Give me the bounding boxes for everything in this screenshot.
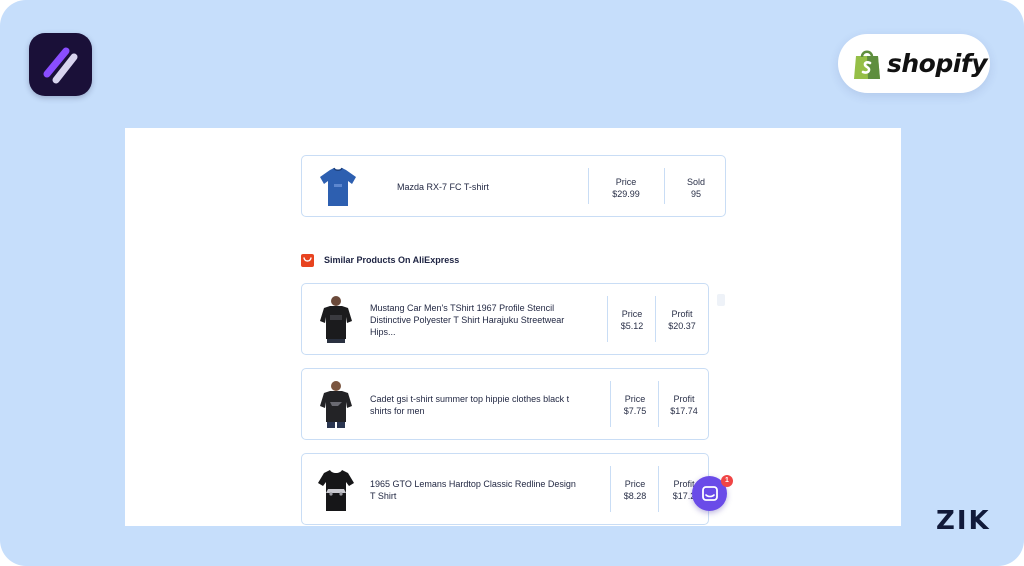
divider bbox=[588, 168, 589, 204]
divider bbox=[610, 381, 611, 427]
divider bbox=[658, 381, 659, 427]
price-value: $8.28 bbox=[623, 491, 647, 501]
similar-section-heading: Similar Products On AliExpress bbox=[301, 253, 459, 267]
zik-wordmark: ZIK bbox=[936, 506, 991, 536]
profit-label: Profit bbox=[671, 309, 693, 319]
notification-badge: 1 bbox=[721, 475, 733, 487]
section-title: Similar Products On AliExpress bbox=[324, 255, 460, 265]
price-stat: Price $5.12 bbox=[612, 308, 652, 332]
price-label: Price bbox=[621, 309, 643, 319]
app-logo bbox=[29, 33, 92, 96]
product-title: Cadet gsi t-shirt summer top hippie clot… bbox=[370, 394, 570, 416]
price-label: Price bbox=[615, 177, 637, 187]
similar-product-card[interactable]: Mustang Car Men's TShirt 1967 Profile St… bbox=[301, 283, 709, 355]
divider bbox=[655, 296, 656, 342]
price-label: Price bbox=[624, 479, 646, 489]
profit-stat: Profit $17.74 bbox=[663, 393, 705, 417]
scrollbar[interactable] bbox=[717, 294, 725, 306]
product-title: Mustang Car Men's TShirt 1967 Profile St… bbox=[370, 303, 565, 337]
black-tshirt-car-icon bbox=[314, 464, 358, 514]
divider bbox=[658, 466, 659, 512]
shopify-wordmark: shopify bbox=[887, 49, 988, 78]
price-value: $7.75 bbox=[623, 406, 647, 416]
price-value: $29.99 bbox=[612, 189, 640, 199]
divider bbox=[610, 466, 611, 512]
shopify-badge: shopify bbox=[838, 34, 990, 93]
product-title: 1965 GTO Lemans Hardtop Classic Redline … bbox=[370, 479, 576, 501]
price-stat: Price $7.75 bbox=[615, 393, 655, 417]
product-research-panel: Mazda RX-7 FC T-shirt Price $29.99 Sold … bbox=[125, 128, 901, 526]
main-product-title: Mazda RX-7 FC T-shirt bbox=[397, 182, 489, 192]
main-product-card[interactable]: Mazda RX-7 FC T-shirt Price $29.99 Sold … bbox=[301, 155, 726, 217]
price-label: Price bbox=[624, 394, 646, 404]
price-value: $5.12 bbox=[620, 321, 644, 331]
price-stat: Price $8.28 bbox=[615, 478, 655, 502]
similar-product-card[interactable]: Cadet gsi t-shirt summer top hippie clot… bbox=[301, 368, 709, 440]
profit-value: $17.74 bbox=[670, 406, 698, 416]
sold-stat: Sold 95 bbox=[672, 176, 720, 200]
divider bbox=[607, 296, 608, 342]
black-tshirt-model-icon bbox=[314, 294, 358, 344]
blue-tshirt-icon bbox=[316, 164, 360, 210]
promo-frame: shopify Mazda RX-7 FC T-shirt Price $29.… bbox=[0, 0, 1024, 566]
sold-value: 95 bbox=[690, 189, 701, 199]
similar-product-card[interactable]: 1965 GTO Lemans Hardtop Classic Redline … bbox=[301, 453, 709, 525]
slash-logo-icon bbox=[43, 47, 78, 84]
shopify-bag-icon bbox=[852, 47, 882, 81]
profit-stat: Profit $20.37 bbox=[660, 308, 704, 332]
profit-value: $20.37 bbox=[668, 321, 696, 331]
black-tshirt-model-icon bbox=[314, 379, 358, 429]
divider bbox=[664, 168, 665, 204]
sold-label: Sold bbox=[686, 177, 705, 187]
price-stat: Price $29.99 bbox=[598, 176, 654, 200]
profit-label: Profit bbox=[673, 394, 695, 404]
chat-icon bbox=[701, 485, 718, 501]
aliexpress-icon bbox=[301, 253, 314, 267]
